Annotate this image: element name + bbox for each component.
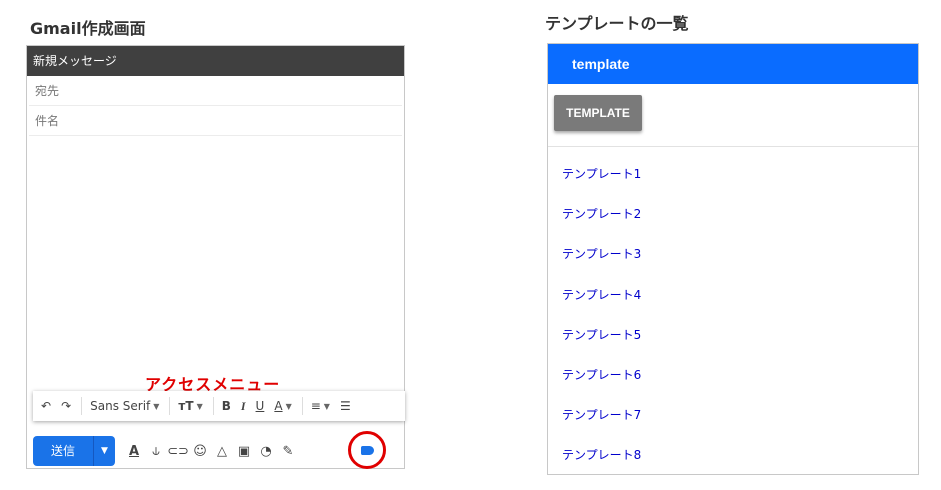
template-list: テンプレート1 テンプレート2 テンプレート3 テンプレート4 テンプレート5 … xyxy=(548,147,918,476)
formatting-options-icon[interactable]: A xyxy=(123,444,145,459)
toolbar-divider xyxy=(301,397,303,415)
template-panel-header: template xyxy=(548,44,918,84)
numbered-list-icon[interactable]: ☰ xyxy=(340,391,351,421)
label-icon xyxy=(361,446,374,455)
send-button[interactable]: 送信 xyxy=(33,436,93,466)
align-icon: ≡ xyxy=(310,399,321,413)
chevron-down-icon: ▼ xyxy=(196,401,203,411)
insert-photo-icon[interactable]: ▣ xyxy=(233,444,255,459)
toolbar-divider xyxy=(169,397,171,415)
font-family-select[interactable]: Sans Serif ▼ xyxy=(90,391,159,421)
bold-button[interactable]: B xyxy=(222,391,231,421)
italic-button[interactable]: I xyxy=(241,391,246,421)
confidential-mode-icon[interactable]: ◔ xyxy=(255,444,277,459)
template-item[interactable]: テンプレート2 xyxy=(548,194,918,234)
template-menu-button[interactable] xyxy=(348,431,386,469)
template-item[interactable]: テンプレート4 xyxy=(548,275,918,315)
template-item[interactable]: テンプレート6 xyxy=(548,355,918,395)
template-item[interactable]: テンプレート3 xyxy=(548,234,918,274)
toolbar-divider xyxy=(212,397,214,415)
undo-icon[interactable]: ↶ xyxy=(41,391,51,421)
chevron-down-icon: ▼ xyxy=(285,401,292,411)
to-field[interactable]: 宛先 xyxy=(29,76,402,106)
font-size-select[interactable]: тT ▼ xyxy=(178,391,202,421)
template-panel: template TEMPLATE テンプレート1 テンプレート2 テンプレート… xyxy=(547,43,919,475)
send-options-button[interactable]: ▼ xyxy=(93,436,115,466)
subject-field[interactable]: 件名 xyxy=(29,106,402,136)
signature-icon[interactable]: ✎ xyxy=(277,444,299,459)
attach-icon[interactable]: ⫝ xyxy=(145,444,167,459)
text-color-icon: A xyxy=(274,399,283,413)
emoji-icon[interactable]: ☺ xyxy=(189,444,211,459)
template-list-caption: テンプレートの一覧 xyxy=(545,14,689,33)
toolbar-divider xyxy=(81,397,83,415)
font-family-label: Sans Serif xyxy=(90,399,151,413)
template-item[interactable]: テンプレート1 xyxy=(548,154,918,194)
chevron-down-icon: ▼ xyxy=(153,401,160,411)
template-button-area: TEMPLATE xyxy=(548,84,918,147)
compose-window: 新規メッセージ 宛先 件名 アクセスメニュー ↶ ↷ Sans Serif ▼ т… xyxy=(26,45,405,469)
formatting-toolbar: ↶ ↷ Sans Serif ▼ тT ▼ B I U A ▼ ≡ ▼ ☰ xyxy=(33,391,405,421)
gmail-caption: Gmail作成画面 xyxy=(30,19,146,38)
font-size-icon: тT xyxy=(178,399,194,413)
send-group: 送信 ▼ xyxy=(33,436,115,466)
compose-title[interactable]: 新規メッセージ xyxy=(27,46,404,76)
chevron-down-icon: ▼ xyxy=(323,401,330,411)
template-item[interactable]: テンプレート5 xyxy=(548,315,918,355)
template-item[interactable]: テンプレート8 xyxy=(548,435,918,475)
underline-button[interactable]: U xyxy=(256,391,265,421)
template-button[interactable]: TEMPLATE xyxy=(554,95,642,131)
template-item[interactable]: テンプレート7 xyxy=(548,395,918,435)
insert-link-icon[interactable]: ⊂⊃ xyxy=(167,444,189,459)
align-select[interactable]: ≡ ▼ xyxy=(311,391,330,421)
compose-actions: A ⫝ ⊂⊃ ☺ △ ▣ ◔ ✎ xyxy=(123,436,299,466)
redo-icon[interactable]: ↷ xyxy=(61,391,71,421)
drive-icon[interactable]: △ xyxy=(211,444,233,459)
text-color-select[interactable]: A ▼ xyxy=(274,391,291,421)
